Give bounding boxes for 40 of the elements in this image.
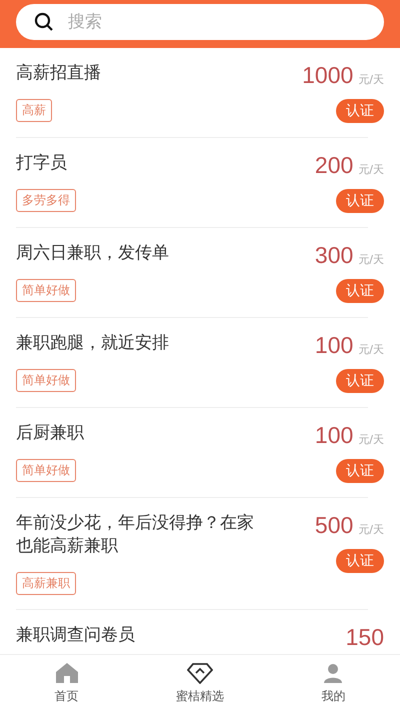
salary-unit: 元/天 (358, 252, 384, 267)
job-title[interactable]: 兼职跑腿，就近安排 (16, 332, 169, 355)
salary: 300 (314, 242, 354, 269)
job-tag: 多劳多得 (16, 189, 76, 212)
search-field[interactable]: 搜索 (16, 4, 384, 40)
verified-badge: 认证 (336, 279, 384, 303)
job-title[interactable]: 后厨兼职 (16, 422, 84, 445)
job-tag: 简单好做 (16, 459, 76, 482)
job-title[interactable]: 高薪招直播 (16, 62, 101, 85)
search-icon (34, 12, 54, 32)
salary: 500 (314, 512, 354, 539)
job-tag: 简单好做 (16, 369, 76, 392)
salary-unit: 元/天 (358, 72, 384, 87)
job-title[interactable]: 年前没少花，年后没得挣？在家也能高薪兼职 (16, 512, 261, 558)
job-title[interactable]: 兼职调查问卷员 (16, 624, 135, 647)
salary-unit: 元/天 (358, 342, 384, 357)
verified-badge: 认证 (336, 99, 384, 123)
person-icon (322, 662, 344, 684)
tab-item[interactable]: 蜜桔精选 (133, 655, 267, 711)
verified-badge: 认证 (336, 189, 384, 213)
salary: 100 (314, 332, 354, 359)
salary: 100 (314, 422, 354, 449)
job-tag: 简单好做 (16, 279, 76, 302)
job-tag: 高薪兼职 (16, 572, 76, 595)
salary-unit: 元/天 (358, 522, 384, 537)
salary: 200 (314, 152, 354, 179)
salary-unit: 元/天 (358, 162, 384, 177)
tab-item[interactable]: 首页 (0, 655, 134, 711)
tab-item[interactable]: 我的 (266, 655, 400, 711)
salary: 1000 (302, 62, 354, 89)
home-icon (54, 662, 79, 684)
verified-badge: 认证 (336, 459, 384, 483)
salary-unit: 元/天 (358, 432, 384, 447)
verified-badge: 认证 (336, 369, 384, 393)
job-tag: 高薪 (16, 99, 52, 122)
job-title[interactable]: 打字员 (16, 152, 76, 175)
salary: 150 (346, 624, 384, 651)
diamond-icon (186, 662, 213, 684)
job-title[interactable]: 周六日兼职，发传单 (16, 242, 169, 265)
verified-badge: 认证 (336, 549, 384, 573)
